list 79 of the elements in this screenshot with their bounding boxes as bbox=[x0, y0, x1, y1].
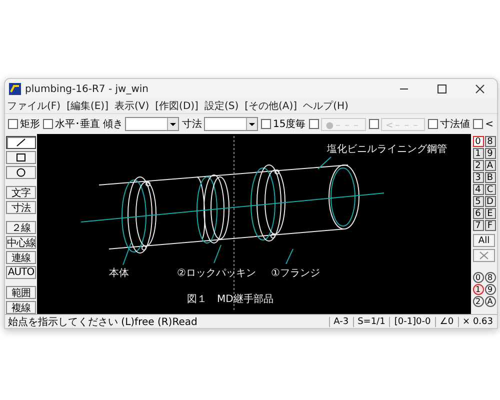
callout-label: ①フランジ bbox=[271, 268, 320, 279]
layer-button[interactable]: E bbox=[484, 208, 496, 219]
status-field: [0-1]0-0 bbox=[389, 316, 435, 326]
tool-button[interactable]: AUTO bbox=[6, 266, 36, 279]
all-layers-button[interactable]: All bbox=[473, 234, 495, 247]
tool-button[interactable]: 連線 bbox=[6, 251, 36, 264]
checkbox-label: 矩形 bbox=[20, 118, 40, 131]
layer-group-button[interactable]: 1 bbox=[472, 284, 484, 295]
status-field: × 0.63 bbox=[458, 316, 497, 326]
checkbox-label: 寸法値 bbox=[440, 118, 470, 131]
circle-icon bbox=[14, 168, 28, 177]
line-tool-button[interactable] bbox=[6, 136, 36, 149]
status-field: S=1/1 bbox=[352, 316, 390, 326]
dropdown-field[interactable] bbox=[125, 117, 179, 131]
layer-button[interactable]: 5 bbox=[472, 196, 484, 207]
layer-button[interactable]: 1 bbox=[472, 148, 484, 159]
drawing-canvas[interactable]: 塩化ビニルライニング鋼管 本体 ②ロックパッキン ①フランジ 図１ MD継手部品 bbox=[37, 134, 471, 314]
checkbox-label: 15度毎 bbox=[273, 118, 306, 131]
rectangle-tool-button[interactable] bbox=[6, 151, 36, 164]
callout-label: 塩化ビニルライニング鋼管 bbox=[327, 144, 447, 155]
layer-button[interactable]: 3 bbox=[472, 172, 484, 183]
dropdown-field[interactable] bbox=[204, 117, 258, 131]
checkbox[interactable] bbox=[261, 119, 271, 129]
layer-button[interactable]: 8 bbox=[484, 136, 496, 147]
field-label: 寸法 bbox=[182, 118, 202, 131]
rectangle-icon bbox=[14, 153, 28, 162]
menu-item[interactable]: [作図(D)] bbox=[155, 99, 198, 113]
menu-item[interactable]: ヘルプ(H) bbox=[303, 99, 348, 113]
menu-item[interactable]: ファイル(F) bbox=[7, 99, 61, 113]
layer-button[interactable]: 2 bbox=[472, 160, 484, 171]
layer-button[interactable]: 6 bbox=[472, 208, 484, 219]
leader-line bbox=[318, 156, 332, 170]
tool-button[interactable]: 寸法 bbox=[6, 201, 36, 214]
layer-button[interactable]: F bbox=[484, 220, 496, 231]
cross-icon bbox=[478, 251, 490, 260]
window-title: plumbing-16-R7 - jw_win bbox=[25, 84, 150, 94]
tool-button[interactable]: 中心線 bbox=[6, 236, 36, 249]
maximize-icon bbox=[437, 84, 447, 94]
layer-button[interactable]: 9 bbox=[484, 148, 496, 159]
checkbox[interactable] bbox=[8, 119, 18, 129]
checkbox[interactable] bbox=[473, 119, 484, 129]
checkbox[interactable] bbox=[43, 119, 53, 129]
figure-caption: 図１ MD継手部品 bbox=[187, 294, 274, 305]
layer-button[interactable]: B bbox=[484, 172, 496, 183]
callout-label: ②ロックパッキン bbox=[177, 268, 256, 279]
checkbox-label: 水平･垂直 bbox=[55, 118, 100, 131]
layer-group-button[interactable]: 8 bbox=[484, 272, 496, 283]
layer-button[interactable]: C bbox=[484, 184, 496, 195]
leader-line bbox=[286, 248, 294, 264]
close-icon bbox=[475, 84, 485, 94]
leader-line bbox=[122, 242, 132, 266]
status-field: A-3 bbox=[328, 316, 353, 326]
menu-item[interactable]: [編集(E)] bbox=[66, 99, 108, 113]
field-label: 傾き bbox=[103, 118, 123, 131]
menu-item[interactable]: 設定(S) bbox=[204, 99, 239, 113]
status-field: ∠0 bbox=[434, 316, 458, 326]
tool-button[interactable]: ２線 bbox=[6, 221, 36, 234]
layer-group-button[interactable]: 2 bbox=[472, 296, 484, 307]
checkbox[interactable] bbox=[428, 119, 438, 129]
tool-button[interactable]: 複線 bbox=[6, 301, 36, 314]
circle-tool-button[interactable] bbox=[6, 166, 36, 179]
clear-button[interactable] bbox=[473, 249, 495, 262]
tool-button[interactable]: 範囲 bbox=[6, 286, 36, 299]
layer-group-button[interactable]: A bbox=[484, 296, 496, 307]
layer-button[interactable]: D bbox=[484, 196, 496, 207]
status-message: 始点を指示してください (L)free (R)Read bbox=[7, 316, 198, 328]
layer-button[interactable]: A bbox=[484, 160, 496, 171]
leader-line bbox=[214, 244, 222, 264]
layer-button[interactable]: 4 bbox=[472, 184, 484, 195]
layer-group-button[interactable]: 9 bbox=[484, 284, 496, 295]
menu-item[interactable]: 表示(V) bbox=[114, 99, 150, 113]
line-icon bbox=[14, 138, 28, 147]
tool-button[interactable]: 文字 bbox=[6, 186, 36, 199]
layer-button[interactable]: 0 bbox=[472, 136, 484, 147]
layer-button[interactable]: 7 bbox=[472, 220, 484, 231]
callout-label: 本体 bbox=[109, 268, 129, 279]
menu-item[interactable]: [その他(A)] bbox=[244, 99, 298, 113]
checkbox-label: < bbox=[485, 118, 494, 130]
layer-group-button[interactable]: 0 bbox=[472, 272, 484, 283]
